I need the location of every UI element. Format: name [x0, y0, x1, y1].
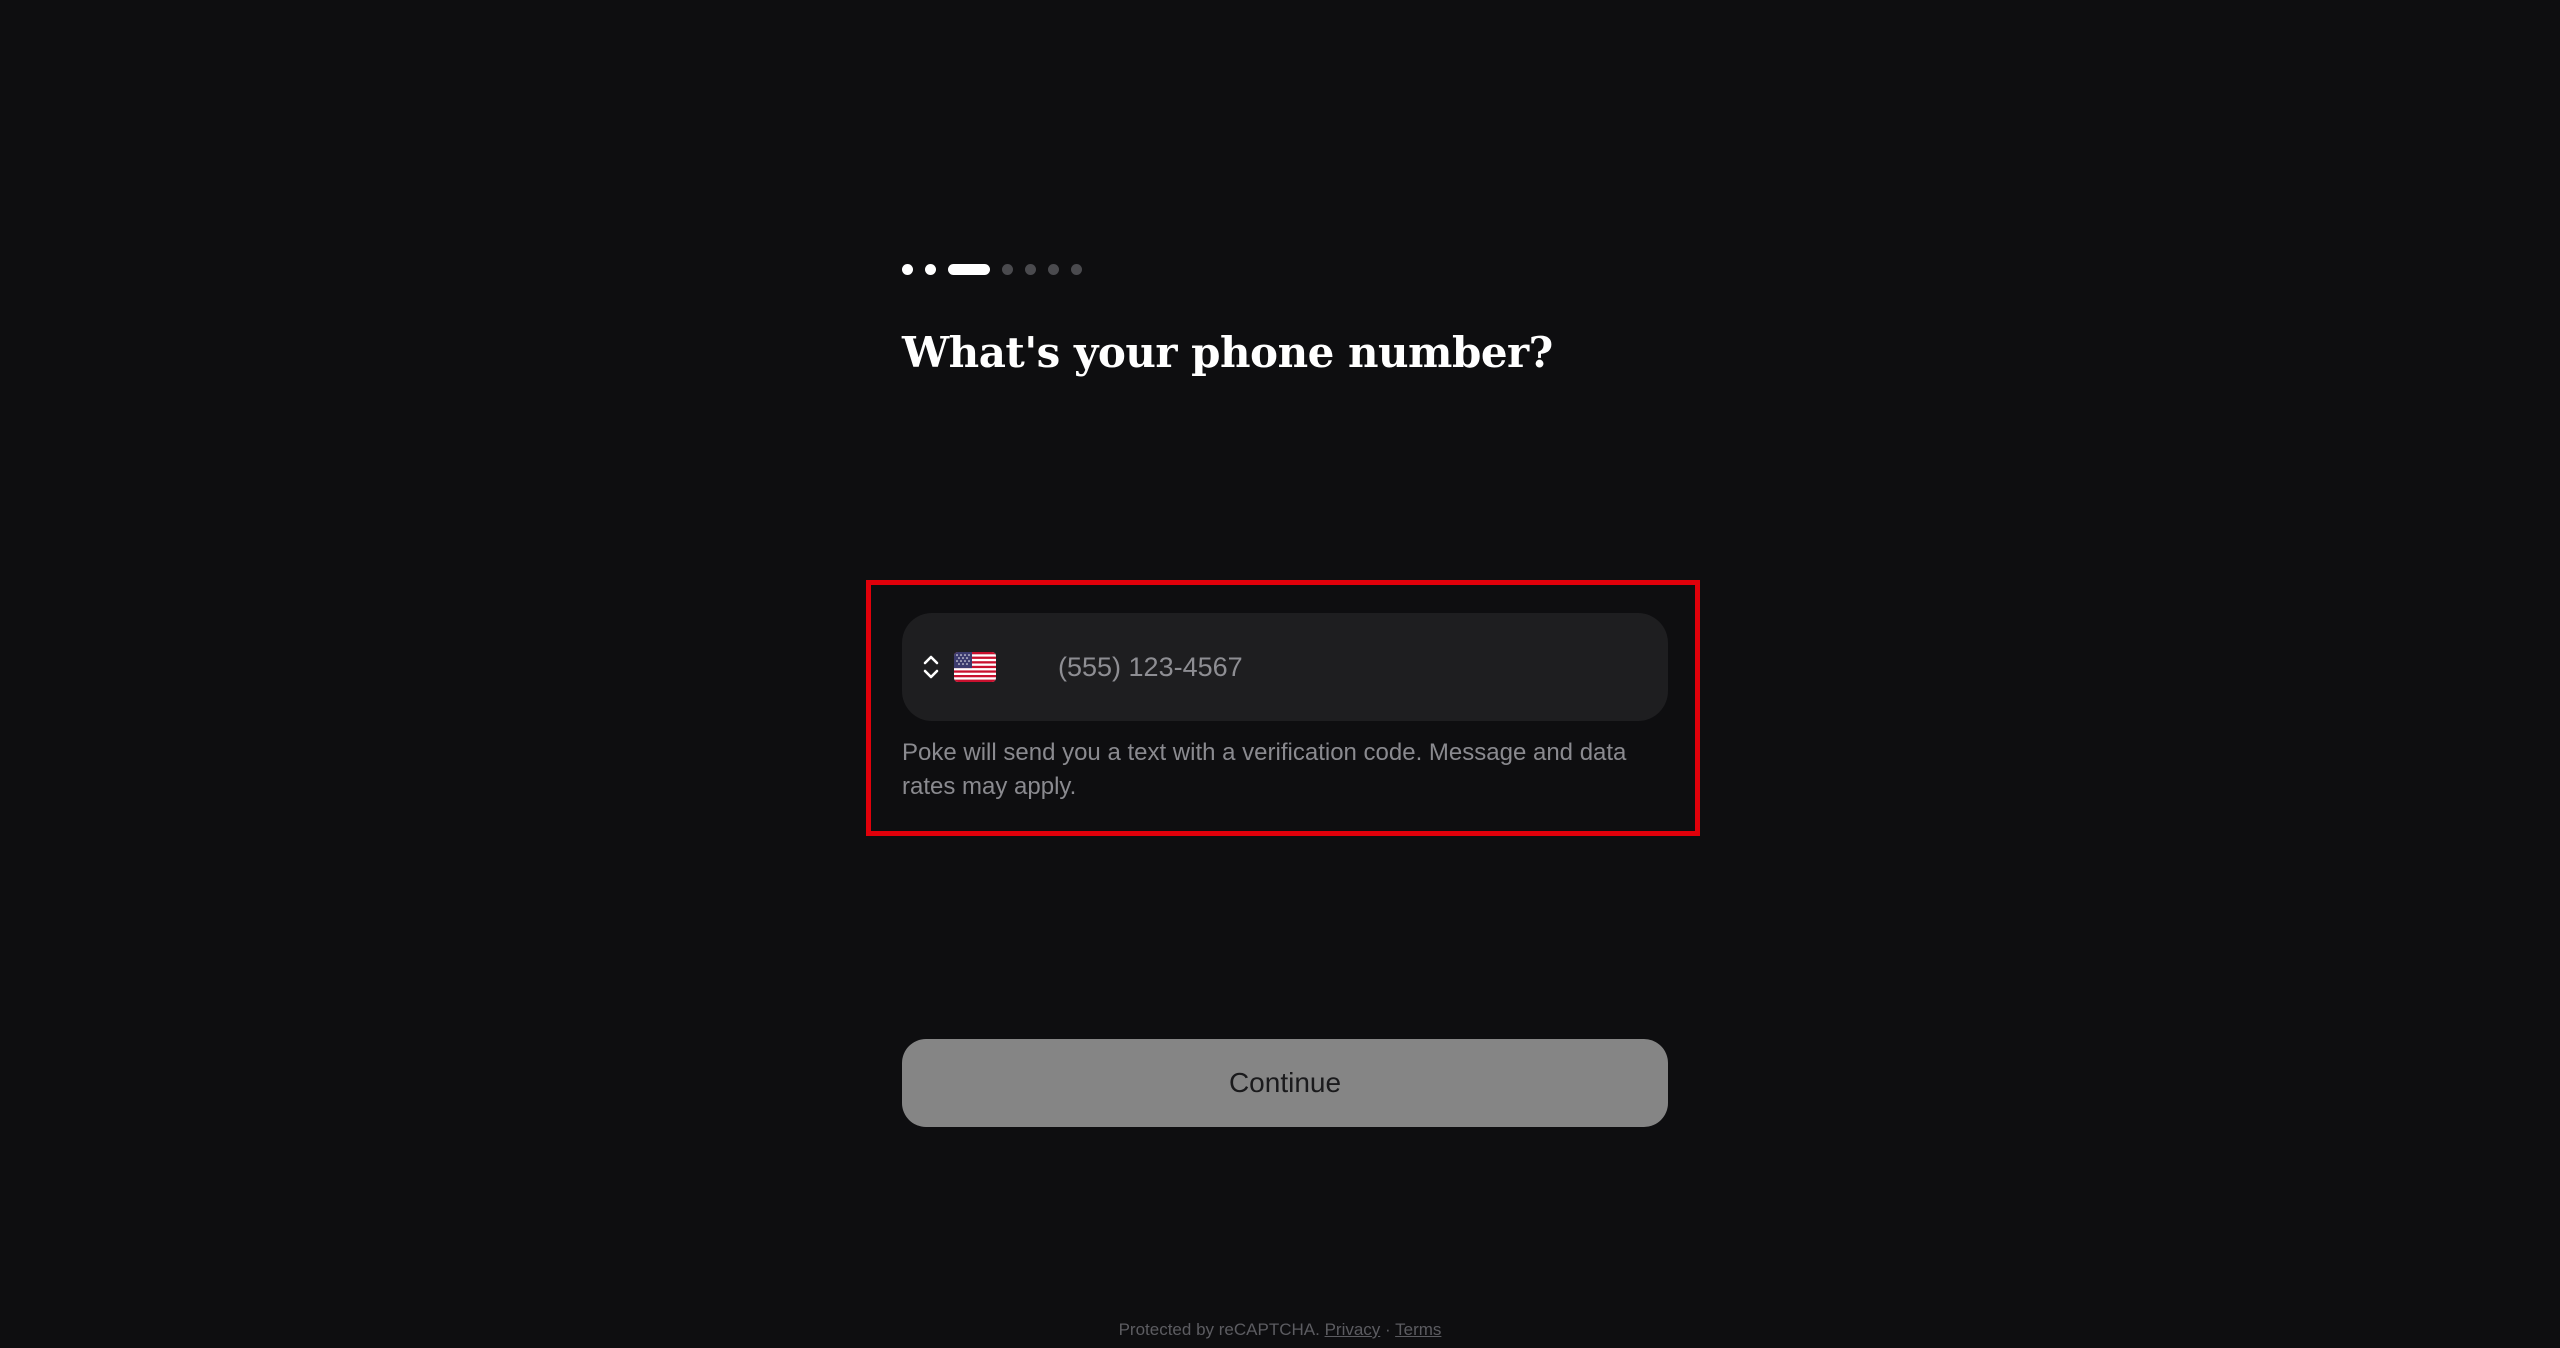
progress-dot-1: [902, 263, 913, 275]
privacy-link[interactable]: Privacy: [1325, 1320, 1381, 1339]
verification-disclaimer: Poke will send you a text with a verific…: [902, 739, 1627, 800]
progress-dot-3-current: [948, 263, 990, 275]
terms-link[interactable]: Terms: [1395, 1320, 1441, 1339]
progress-dot-7: [1071, 263, 1082, 275]
progress-dot-5: [1025, 263, 1036, 275]
country-code-select[interactable]: [922, 613, 1022, 721]
phone-number-input[interactable]: [1058, 613, 1648, 721]
footer-separator: ·: [1385, 1320, 1391, 1339]
progress-indicator: [902, 262, 1082, 276]
us-flag-icon: [954, 652, 996, 682]
page-title: What's your phone number?: [902, 328, 1553, 377]
progress-dot-6: [1048, 263, 1059, 275]
up-down-chevron-icon: [923, 655, 939, 679]
onboarding-step-container: What's your phone number? (555) 123-4567…: [902, 0, 1668, 1348]
progress-dot-4: [1002, 263, 1013, 275]
onboarding-page: What's your phone number? (555) 123-4567…: [0, 0, 2560, 1348]
progress-dot-2: [925, 263, 936, 275]
phone-number-field: [902, 613, 1668, 721]
recaptcha-notice: Protected by reCAPTCHA.: [1118, 1320, 1320, 1339]
recaptcha-footer: Protected by reCAPTCHA. Privacy · Terms: [0, 1320, 2560, 1340]
continue-button[interactable]: Continue: [902, 1039, 1668, 1127]
